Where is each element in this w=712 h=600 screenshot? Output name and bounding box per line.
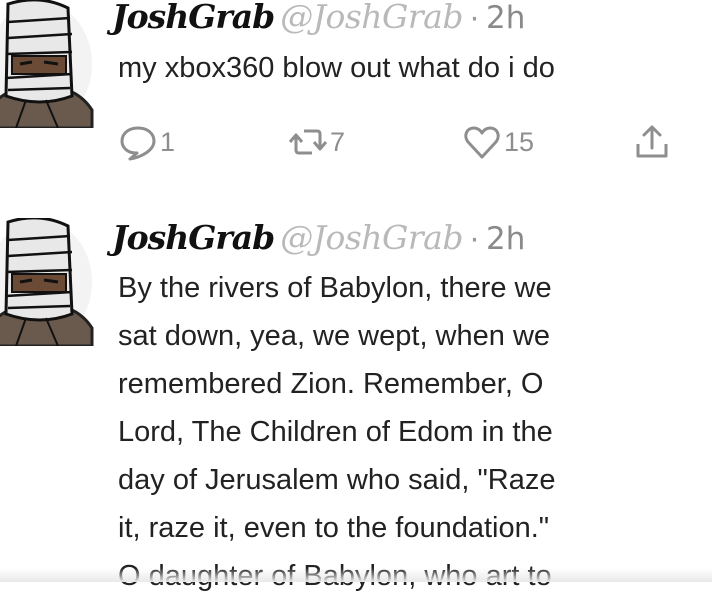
tweet-header: JoshGrab @JoshGrab · 2h <box>112 0 525 38</box>
heart-icon <box>464 126 500 159</box>
timestamp[interactable]: 2h <box>486 0 525 36</box>
tweet-header: JoshGrab @JoshGrab · 2h <box>112 218 525 259</box>
avatar-mummy-icon <box>0 216 94 348</box>
author-name[interactable]: JoshGrab <box>112 218 275 257</box>
author-name[interactable]: JoshGrab <box>112 0 275 36</box>
tweet-text-line: my xbox360 blow out what do i do <box>118 52 555 84</box>
share-button[interactable] <box>632 118 672 166</box>
tweet-actions: 1 7 15 <box>118 118 712 166</box>
author-handle[interactable]: @JoshGrab <box>280 218 463 257</box>
speech-bubble-icon <box>120 126 156 161</box>
separator-dot: · <box>468 219 480 256</box>
bottom-fade <box>0 568 712 582</box>
retweet-arrows-icon <box>288 129 328 155</box>
reply-count: 1 <box>160 126 176 157</box>
reply-button[interactable]: 1 <box>118 118 175 166</box>
avatar[interactable] <box>0 0 94 130</box>
tweet-text-line: it, raze it, even to the foundation." <box>118 512 550 544</box>
tweet-text-line: day of Jerusalem who said, "Raze <box>118 464 556 496</box>
retweet-count: 7 <box>330 126 346 157</box>
tweet-text-line: Lord, The Children of Edom in the <box>118 416 553 448</box>
author-handle[interactable]: @JoshGrab <box>280 0 463 36</box>
tweet-text-line: By the rivers of Babylon, there we <box>118 272 552 304</box>
separator-dot: · <box>468 0 480 35</box>
like-button[interactable]: 15 <box>462 118 534 166</box>
avatar[interactable] <box>0 216 94 348</box>
tweet-text-line: remembered Zion. Remember, O <box>118 368 544 400</box>
like-count: 15 <box>504 126 535 157</box>
timestamp[interactable]: 2h <box>486 221 525 257</box>
share-upload-icon <box>636 125 668 158</box>
avatar-mummy-icon <box>0 0 94 130</box>
tweet-text: By the rivers of Babylon, there we sat d… <box>118 264 712 600</box>
retweet-button[interactable]: 7 <box>288 118 345 166</box>
tweet-text: my xbox360 blow out what do i do <box>118 44 712 92</box>
tweet-text-line: sat down, yea, we wept, when we <box>118 320 551 352</box>
